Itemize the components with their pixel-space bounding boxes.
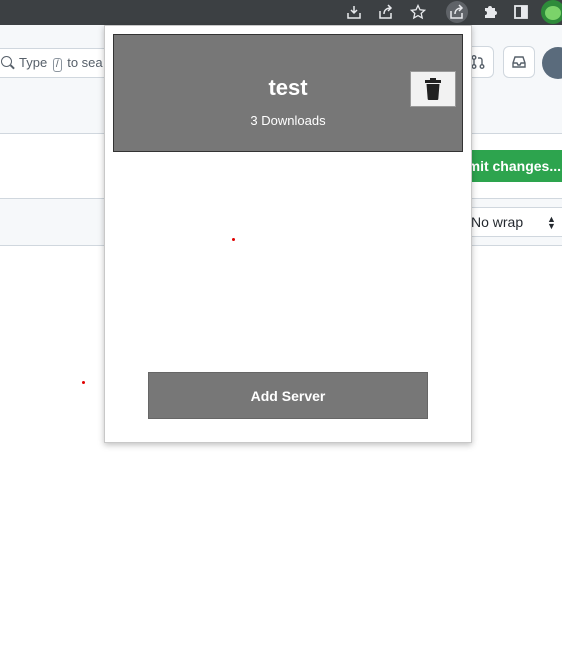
- star-icon[interactable]: [407, 1, 429, 23]
- side-panel-icon[interactable]: [510, 1, 532, 23]
- delete-server-button[interactable]: [410, 71, 456, 107]
- download-icon[interactable]: [343, 1, 365, 23]
- search-icon: [1, 56, 12, 67]
- search-input[interactable]: Type / to sea: [0, 48, 112, 78]
- server-card: test 3 Downloads: [113, 34, 463, 152]
- profile-avatar[interactable]: [541, 0, 562, 24]
- select-arrows-icon: ▲ ▼: [547, 214, 556, 231]
- pull-request-icon: [471, 55, 485, 69]
- red-dot-marker: [82, 381, 85, 384]
- add-server-button[interactable]: Add Server: [148, 372, 428, 419]
- trash-icon: [425, 78, 441, 100]
- red-dot-marker: [232, 238, 235, 241]
- search-placeholder: Type / to sea: [19, 55, 103, 72]
- share-icon[interactable]: [375, 1, 397, 23]
- inbox-button[interactable]: [503, 46, 535, 78]
- wrap-mode-select[interactable]: No wrap ▲ ▼: [462, 207, 562, 237]
- share-active-icon[interactable]: [446, 1, 468, 23]
- server-downloads: 3 Downloads: [250, 113, 326, 128]
- browser-toolbar: [0, 0, 562, 25]
- extensions-puzzle-icon[interactable]: [479, 1, 501, 23]
- inbox-icon: [512, 56, 526, 68]
- extension-popup: test 3 Downloads Add Server: [104, 25, 472, 443]
